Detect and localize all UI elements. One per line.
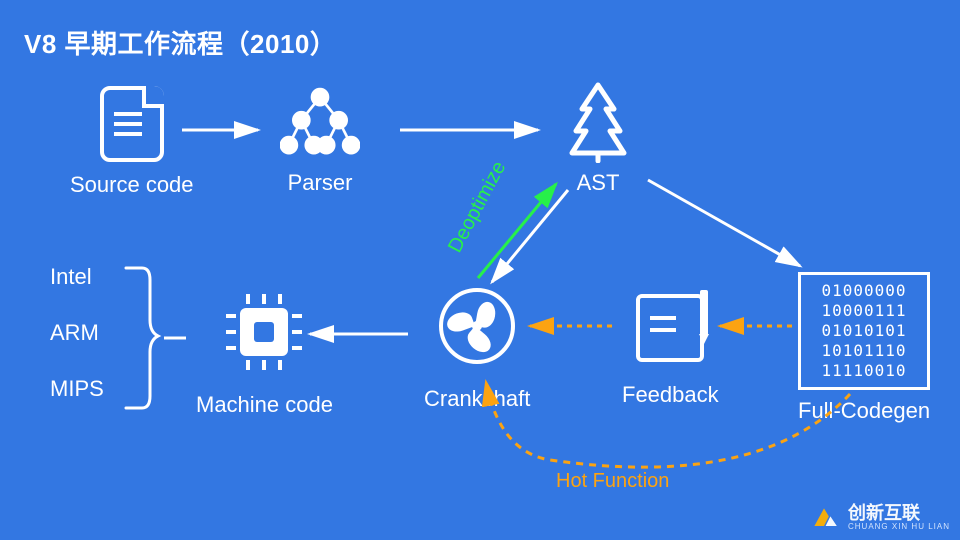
node-parser: Parser <box>280 82 360 196</box>
bracket-icon <box>122 262 160 412</box>
chip-icon <box>224 292 304 372</box>
node-full-codegen: 01000000 10000111 01010101 10101110 1111… <box>798 272 930 424</box>
binary-line: 10101110 <box>811 341 917 361</box>
binary-line: 01010101 <box>811 321 917 341</box>
architecture-list: Intel ARM MIPS <box>50 264 104 432</box>
note-pencil-icon <box>630 288 710 368</box>
node-source-code: Source code <box>70 84 194 198</box>
node-label: Full-Codegen <box>798 398 930 424</box>
binary-line: 10000111 <box>811 301 917 321</box>
watermark: 创新互联 CHUANG XIN HU LIAN <box>808 502 950 534</box>
node-label: Parser <box>280 170 360 196</box>
edge-label-hot-function: Hot Function <box>556 470 669 493</box>
fan-icon <box>437 286 517 366</box>
node-label: Source code <box>70 172 194 198</box>
arch-item: Intel <box>50 264 104 290</box>
node-label: AST <box>558 170 638 196</box>
node-label: Crankshaft <box>424 386 530 412</box>
arch-item: MIPS <box>50 376 104 402</box>
node-crankshaft: Crankshaft <box>424 286 530 412</box>
node-machine-code: Machine code <box>196 292 333 418</box>
brand-logo-icon <box>808 502 840 534</box>
binary-line: 01000000 <box>811 281 917 301</box>
node-label: Machine code <box>196 392 333 418</box>
node-ast: AST <box>558 82 638 196</box>
brand-name-en: CHUANG XIN HU LIAN <box>848 523 950 531</box>
tree-icon <box>280 82 360 162</box>
node-feedback: Feedback <box>622 288 719 408</box>
edge-label-deoptimize: Deoptimize <box>444 158 511 257</box>
brand-name-cn: 创新互联 <box>848 504 950 523</box>
binary-line: 11110010 <box>811 361 917 381</box>
diagram-title: V8 早期工作流程（2010） <box>24 24 336 61</box>
arch-item: ARM <box>50 320 104 346</box>
pine-tree-icon <box>558 82 638 162</box>
file-icon <box>92 84 172 164</box>
node-label: Feedback <box>622 382 719 408</box>
binary-icon: 01000000 10000111 01010101 10101110 1111… <box>798 272 930 390</box>
